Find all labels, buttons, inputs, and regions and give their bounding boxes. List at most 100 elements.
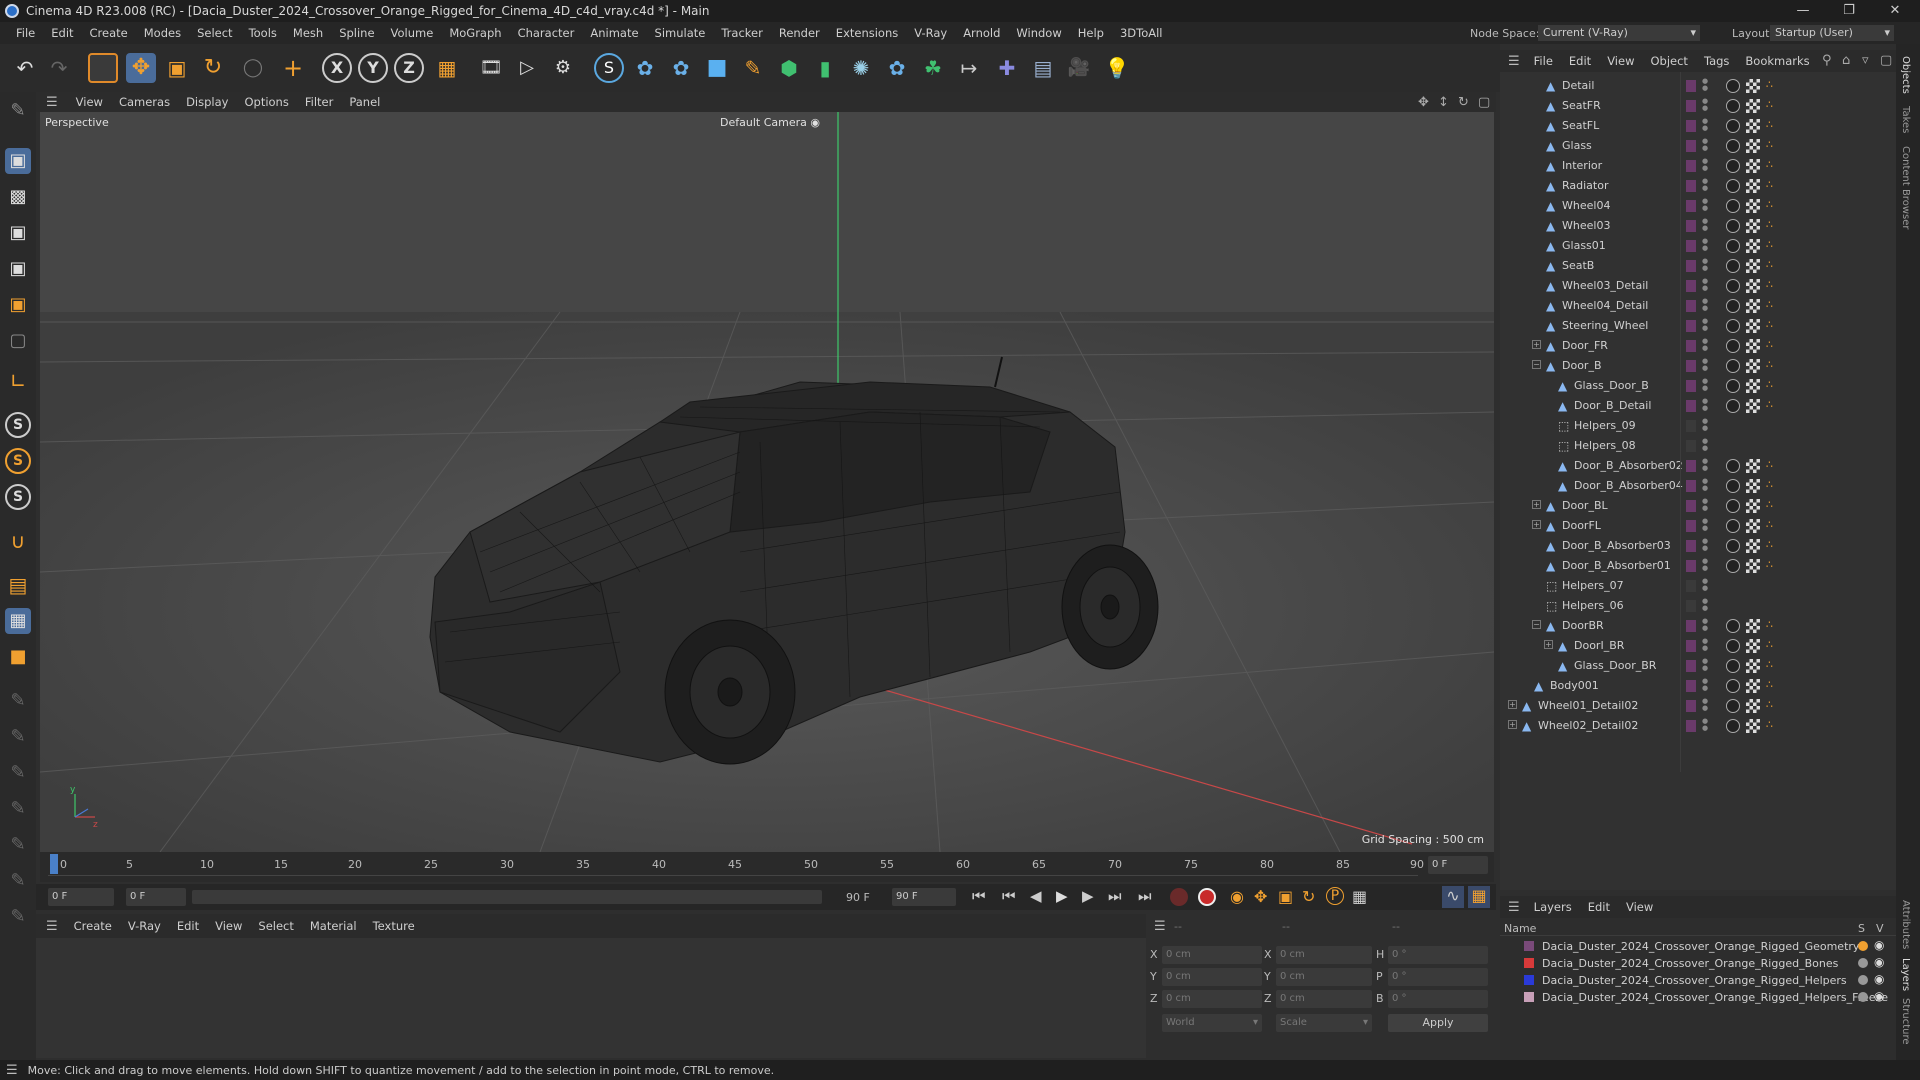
object-row[interactable]: ⬚ Helpers_08 ● ● [1500, 436, 1896, 456]
redo-icon[interactable]: ↷ [44, 53, 74, 83]
layer-color-swatch[interactable] [1686, 120, 1696, 132]
visibility-dots[interactable]: ● ● [1702, 358, 1708, 372]
material-menu-material[interactable]: Material [302, 919, 365, 933]
visibility-dots[interactable]: ● ● [1702, 718, 1708, 732]
material-tag-icon[interactable] [1726, 699, 1740, 713]
object-row[interactable]: ▲ SeatFR ● ● ∴ [1500, 96, 1896, 116]
material-tag-icon[interactable] [1726, 619, 1740, 633]
material-tag-icon[interactable] [1726, 219, 1740, 233]
expand-icon[interactable]: + [1544, 640, 1553, 649]
record-keys-icon[interactable] [1170, 888, 1188, 906]
menu-mesh[interactable]: Mesh [285, 26, 331, 40]
cloner-icon[interactable]: ✺ [846, 53, 876, 83]
object-row[interactable]: ▲ Wheel04 ● ● ∴ [1500, 196, 1896, 216]
weight-tag-icon[interactable]: ∴ [1766, 718, 1773, 731]
weight-tag-icon[interactable]: ∴ [1766, 378, 1773, 391]
weight-tag-icon[interactable]: ∴ [1766, 78, 1773, 91]
render-settings-icon[interactable]: ⚙ [548, 53, 578, 83]
visibility-dots[interactable]: ● ● [1702, 178, 1708, 192]
orbit-icon[interactable]: ↻ [1458, 95, 1469, 110]
position-x-field[interactable]: 0 cm [1162, 946, 1262, 964]
object-row[interactable]: + ▲ Door_FR ● ● ∴ [1500, 336, 1896, 356]
key-scale-icon[interactable]: ▣ [1278, 887, 1293, 906]
viewport-perspective[interactable]: y z Perspective Default Camera ◉ Grid Sp… [40, 112, 1494, 852]
render-picture-viewer-icon[interactable]: ▷ [512, 53, 542, 83]
layer-color-swatch[interactable] [1686, 460, 1696, 472]
side-tab-takes[interactable]: Takes [1900, 106, 1911, 133]
rotation-b-field[interactable]: 0 ° [1388, 990, 1488, 1008]
vray-icon[interactable]: S [594, 53, 624, 83]
expand-icon[interactable]: + [1532, 340, 1541, 349]
layer-color-swatch[interactable] [1686, 400, 1696, 412]
weight-tag-icon[interactable]: ∴ [1766, 158, 1773, 171]
object-row[interactable]: + ▲ Wheel01_Detail02 ● ● ∴ [1500, 696, 1896, 716]
minimize-button[interactable]: — [1780, 0, 1826, 22]
weight-tag-icon[interactable]: ∴ [1766, 618, 1773, 631]
layer-color-swatch[interactable] [1686, 580, 1696, 592]
preview-start-field[interactable]: 0 F [126, 888, 186, 906]
layer-row[interactable]: Dacia_Duster_2024_Crossover_Orange_Rigge… [1500, 938, 1896, 955]
object-row[interactable]: ▲ Steering_Wheel ● ● ∴ [1500, 316, 1896, 336]
layer-color-swatch[interactable] [1686, 480, 1696, 492]
next-frame-icon[interactable]: ▶ [1082, 887, 1094, 905]
checker-tag-icon[interactable] [1746, 699, 1760, 713]
layer-color-swatch[interactable] [1686, 640, 1696, 652]
quantize-icon[interactable]: S [5, 484, 31, 510]
new-window-icon[interactable]: ▢ [1880, 53, 1892, 68]
material-tag-icon[interactable] [1726, 719, 1740, 733]
material-tag-icon[interactable] [1726, 139, 1740, 153]
visibility-dots[interactable]: ● ● [1702, 378, 1708, 392]
field-icon[interactable]: ↦ [954, 53, 984, 83]
visibility-dots[interactable]: ● ● [1702, 198, 1708, 212]
layer-menu-view[interactable]: View [1618, 900, 1661, 914]
checker-tag-icon[interactable] [1746, 259, 1760, 273]
checker-tag-icon[interactable] [1746, 519, 1760, 533]
checker-tag-icon[interactable] [1746, 499, 1760, 513]
layer-color-swatch[interactable] [1686, 300, 1696, 312]
weight-tag-icon[interactable]: ∴ [1766, 178, 1773, 191]
menu-simulate[interactable]: Simulate [647, 26, 714, 40]
light-icon[interactable]: 💡 [1102, 53, 1132, 83]
weight-tag-icon[interactable]: ∴ [1766, 678, 1773, 691]
undo-icon[interactable]: ↶ [10, 53, 40, 83]
checker-tag-icon[interactable] [1746, 199, 1760, 213]
expand-icon[interactable]: + [1508, 700, 1517, 709]
visibility-dots[interactable]: ● ● [1702, 258, 1708, 272]
recent-tool-icon[interactable]: ◯ [238, 53, 268, 83]
weight-tag-icon[interactable]: ∴ [1766, 298, 1773, 311]
object-row[interactable]: ▲ Glass ● ● ∴ [1500, 136, 1896, 156]
model-mode-icon[interactable]: ▣ [5, 148, 31, 174]
object-row[interactable]: ▲ Detail ● ● ∴ [1500, 76, 1896, 96]
material-tag-icon[interactable] [1726, 379, 1740, 393]
checker-tag-icon[interactable] [1746, 159, 1760, 173]
checker-tag-icon[interactable] [1746, 319, 1760, 333]
layer-visible-eye-icon[interactable]: ◉ [1874, 955, 1884, 969]
checker-tag-icon[interactable] [1746, 479, 1760, 493]
collapse-icon[interactable]: − [1532, 360, 1541, 369]
visibility-dots[interactable]: ● ● [1702, 538, 1708, 552]
knife-icon[interactable]: ✎ [5, 868, 31, 894]
live-select-icon[interactable] [88, 53, 118, 83]
edge-mode-icon[interactable]: ▣ [5, 256, 31, 282]
texture-mode-icon[interactable]: ▩ [5, 184, 31, 210]
sculpt-icon[interactable]: ✎ [5, 760, 31, 786]
layer-menu-layers[interactable]: Layers [1526, 900, 1580, 914]
object-menu-edit[interactable]: Edit [1561, 54, 1599, 68]
material-tag-icon[interactable] [1726, 199, 1740, 213]
timeline-window-icon[interactable]: ▦ [1468, 886, 1490, 908]
extrude-icon[interactable]: ▮ [810, 53, 840, 83]
current-frame-field[interactable]: 0 F [1428, 856, 1488, 874]
layer-color-swatch[interactable] [1686, 440, 1696, 452]
visibility-dots[interactable]: ● ● [1702, 98, 1708, 112]
viewport-menu-view[interactable]: View [68, 95, 111, 109]
checker-tag-icon[interactable] [1746, 379, 1760, 393]
menu-create[interactable]: Create [82, 26, 136, 40]
point-mode-icon[interactable]: ▣ [5, 220, 31, 246]
key-position-icon[interactable]: ✥ [1254, 887, 1267, 906]
snap-icon[interactable]: S [5, 412, 31, 438]
object-menu-object[interactable]: Object [1642, 54, 1695, 68]
checker-tag-icon[interactable] [1746, 219, 1760, 233]
magnet-icon[interactable]: ∪ [5, 528, 31, 554]
go-to-start-icon[interactable]: ⏮ [972, 887, 986, 905]
axis-mode-icon[interactable]: ∟ [5, 368, 31, 394]
